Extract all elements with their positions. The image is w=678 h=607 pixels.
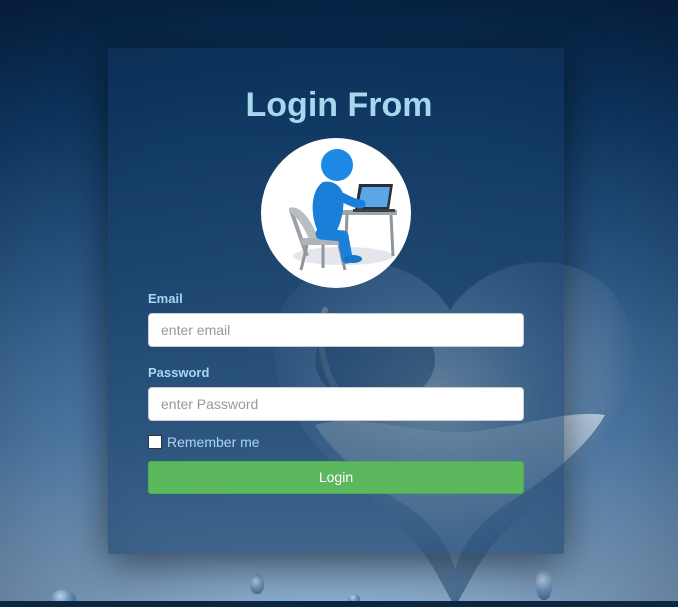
- remember-me-label[interactable]: Remember me: [167, 434, 260, 450]
- form-title: Login From: [245, 86, 433, 124]
- email-field[interactable]: [148, 313, 524, 347]
- password-field[interactable]: [148, 387, 524, 421]
- user-at-laptop-icon: [261, 138, 411, 288]
- water-drop: [536, 568, 552, 600]
- login-button[interactable]: Login: [148, 461, 524, 494]
- email-label: Email: [148, 291, 183, 306]
- password-label: Password: [148, 365, 210, 380]
- bottom-band: [0, 601, 678, 607]
- water-drop: [250, 574, 264, 594]
- remember-me-row: Remember me: [148, 432, 260, 452]
- remember-me-checkbox[interactable]: [148, 435, 162, 449]
